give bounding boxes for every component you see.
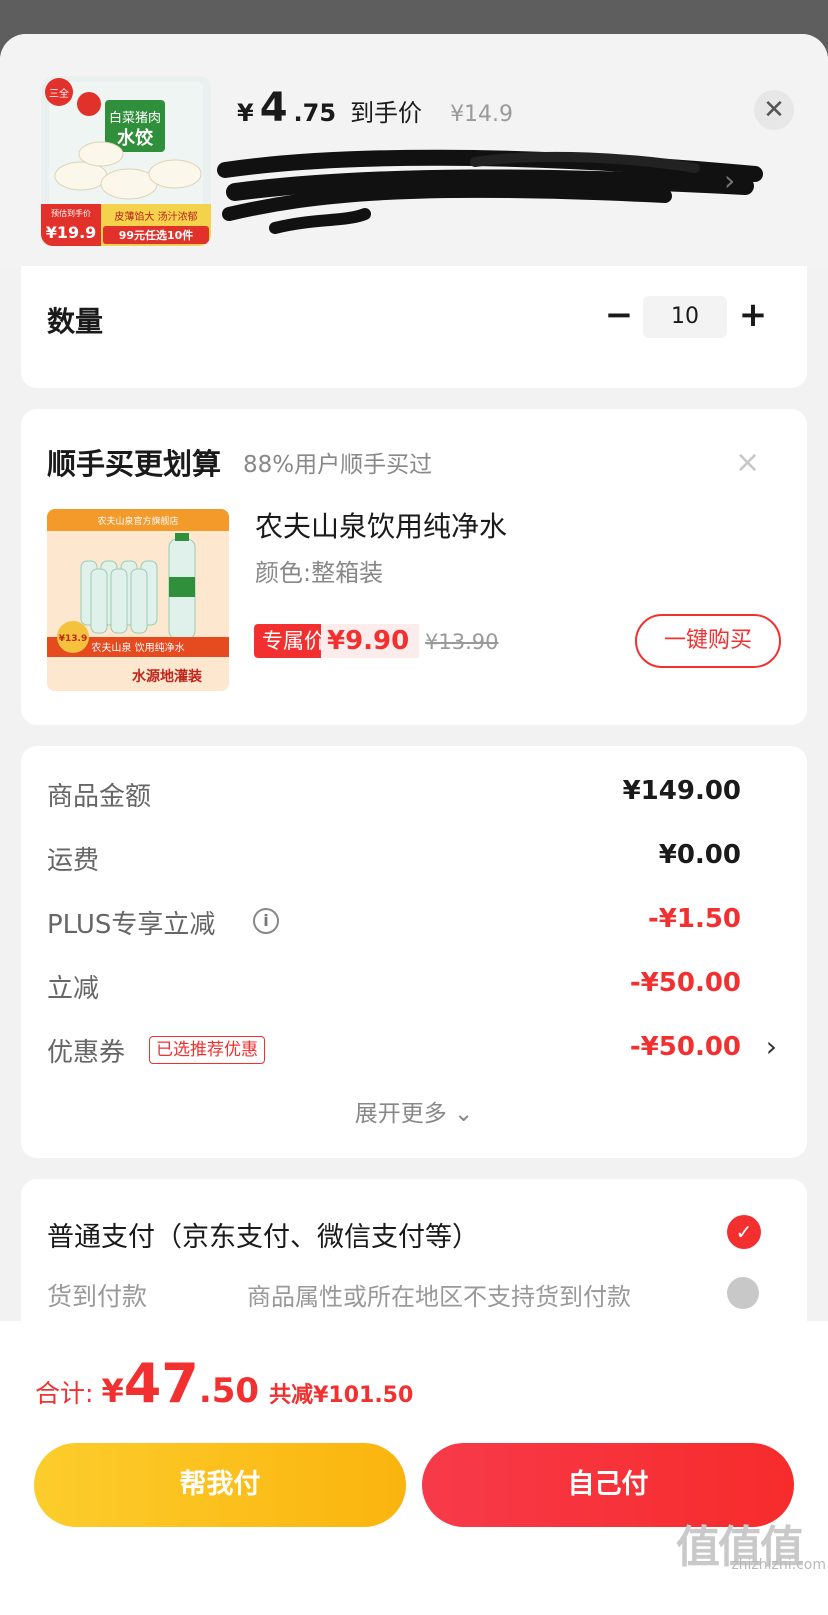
- spec-chevron-right-icon[interactable]: ›: [724, 164, 735, 197]
- svg-text:农夫山泉 饮用纯净水: 农夫山泉 饮用纯净水: [91, 641, 184, 654]
- coupon-recommended-badge: 已选推荐优惠: [149, 1036, 265, 1064]
- summary-label: 运费: [47, 846, 100, 876]
- summary-row-plus-discount: PLUS专享立减 i -¥1.50: [47, 898, 781, 942]
- disabled-radio-icon: [727, 1277, 759, 1309]
- watermark-text: zhizhizhi.com: [731, 1557, 826, 1573]
- upsell-card: 顺手买更划算 88%用户顺手买过 × 农夫山泉官方旗舰店 农夫山泉 饮用纯净水 …: [21, 409, 807, 725]
- one-click-buy-button[interactable]: 一键购买: [635, 614, 781, 668]
- payment-option-cod-note: 商品属性或所在地区不支持货到付款: [247, 1283, 631, 1311]
- summary-label: PLUS专享立减: [47, 910, 216, 940]
- summary-row-instant-discount: 立减 -¥50.00: [47, 962, 781, 1006]
- summary-row-goods-amount: 商品金额 ¥149.00: [47, 770, 781, 814]
- redacted-spec-scribble: [217, 149, 763, 234]
- close-icon: ✕: [763, 95, 785, 125]
- total-decimal: .50: [198, 1371, 260, 1411]
- svg-text:¥19.9: ¥19.9: [46, 223, 97, 242]
- upsell-product-name[interactable]: 农夫山泉饮用纯净水: [255, 505, 507, 545]
- price-summary-card: 商品金额 ¥149.00 运费 ¥0.00 PLUS专享立减 i -¥1.50 …: [21, 746, 807, 1158]
- svg-text:三全: 三全: [49, 87, 69, 100]
- price-integer: 4: [259, 85, 288, 131]
- quantity-label: 数量: [47, 305, 104, 338]
- product-header: 三全 白菜猪肉 水饺 预估到手价 ¥19.9 皮薄馅大 汤汁浓郁 99元任选10…: [0, 34, 828, 270]
- quantity-decrease-button[interactable]: −: [599, 296, 639, 336]
- info-icon[interactable]: i: [253, 908, 279, 934]
- svg-text:¥13.9: ¥13.9: [59, 634, 87, 644]
- original-price: ¥14.9: [450, 102, 514, 127]
- order-total: 合计: ¥ 47 .50 共减¥101.50: [35, 1352, 414, 1415]
- water-bottles-image: 农夫山泉官方旗舰店 农夫山泉 饮用纯净水 ¥13.9 水源地灌装: [47, 509, 229, 691]
- chevron-right-icon[interactable]: ›: [766, 1030, 777, 1063]
- summary-value: -¥1.50: [647, 904, 741, 934]
- price-decimal: .75: [293, 99, 337, 127]
- upsell-title: 顺手买更划算: [47, 447, 222, 481]
- upsell-subtitle: 88%用户顺手买过: [243, 452, 433, 478]
- price-label: 到手价: [350, 99, 423, 127]
- quantity-increase-button[interactable]: +: [733, 296, 773, 336]
- dumpling-package-image: 三全 白菜猪肉 水饺 预估到手价 ¥19.9 皮薄馅大 汤汁浓郁 99元任选10…: [41, 76, 211, 246]
- total-saved: 共减¥101.50: [269, 1383, 414, 1408]
- water-product-image[interactable]: 农夫山泉官方旗舰店 农夫山泉 饮用纯净水 ¥13.9 水源地灌装: [47, 509, 229, 691]
- upsell-product-price: ¥9.90: [321, 624, 420, 658]
- payment-option-normal[interactable]: 普通支付（京东支付、微信支付等）: [47, 1215, 479, 1254]
- close-button[interactable]: ✕: [754, 90, 794, 130]
- upsell-product-spec: 颜色:整箱装: [255, 559, 384, 587]
- svg-text:预估到手价: 预估到手价: [51, 208, 91, 218]
- summary-label: 商品金额: [47, 782, 152, 812]
- total-label: 合计:: [35, 1379, 94, 1408]
- summary-row-shipping: 运费 ¥0.00: [47, 834, 781, 878]
- expand-more-button[interactable]: 展开更多 ⌄: [21, 1094, 807, 1128]
- payment-option-cod: 货到付款: [47, 1282, 148, 1311]
- quantity-card: 数量 − 10 +: [21, 266, 807, 388]
- summary-label: 立减: [47, 974, 100, 1004]
- summary-value: ¥0.00: [658, 840, 741, 870]
- total-currency: ¥: [101, 1372, 124, 1410]
- summary-row-coupon[interactable]: 优惠券 已选推荐优惠 -¥50.00 ›: [47, 1026, 781, 1070]
- upsell-close-icon[interactable]: ×: [735, 445, 760, 480]
- summary-label: 优惠券: [47, 1038, 126, 1068]
- svg-text:皮薄馅大 汤汁浓郁: 皮薄馅大 汤汁浓郁: [114, 210, 197, 223]
- help-me-pay-button[interactable]: 帮我付: [34, 1443, 406, 1527]
- checkout-bottom-bar: 合计: ¥ 47 .50 共减¥101.50 帮我付 自己付 值值值 zhizh…: [0, 1321, 828, 1615]
- checkout-sheet: 三全 白菜猪肉 水饺 预估到手价 ¥19.9 皮薄馅大 汤汁浓郁 99元任选10…: [0, 34, 828, 1615]
- svg-text:99元任选10件: 99元任选10件: [119, 228, 194, 242]
- quantity-input[interactable]: 10: [643, 296, 727, 338]
- svg-text:水源地灌装: 水源地灌装: [132, 668, 203, 685]
- final-price-line: ¥ 4 .75 到手价 ¥14.9: [237, 88, 513, 128]
- summary-value: -¥50.00: [629, 1032, 741, 1062]
- price-currency: ¥: [237, 99, 254, 127]
- svg-text:白菜猪肉: 白菜猪肉: [109, 110, 161, 126]
- total-integer: 47: [123, 1352, 199, 1415]
- summary-value: -¥50.00: [629, 968, 741, 998]
- svg-text:农夫山泉官方旗舰店: 农夫山泉官方旗舰店: [97, 515, 178, 527]
- svg-text:水饺: 水饺: [117, 127, 154, 149]
- summary-value: ¥149.00: [622, 776, 741, 806]
- checkmark-icon[interactable]: ✓: [727, 1215, 761, 1249]
- upsell-product-original-price: ¥13.90: [425, 630, 499, 654]
- product-thumbnail: 三全 白菜猪肉 水饺 预估到手价 ¥19.9 皮薄馅大 汤汁浓郁 99元任选10…: [41, 76, 211, 246]
